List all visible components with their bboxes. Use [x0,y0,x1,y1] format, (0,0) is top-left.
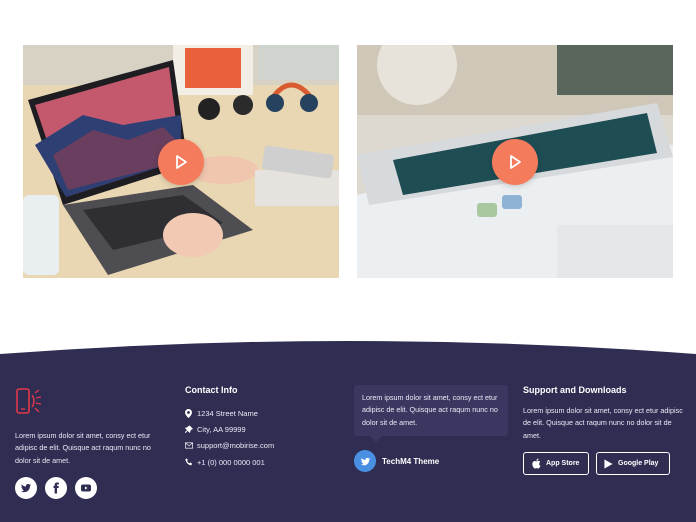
contact-heading: Contact Info [185,385,238,395]
twitter-icon [21,484,31,493]
play-button[interactable] [158,138,204,185]
city-row: City, AA 99999 [185,421,335,437]
email-link[interactable]: support@mobirise.com [197,441,274,450]
facebook-icon [53,482,59,494]
support-text: Lorem ipsum dolor sit amet, consy ect et… [523,406,683,440]
envelope-icon [185,442,197,449]
pushpin-icon [185,425,197,434]
tweet-author-name: TechM4 Theme [382,456,440,466]
phone-video-card[interactable] [357,45,673,278]
footer-brand-column: Lorem ipsum dolor sit amet, consy ect et… [15,387,167,500]
tweet-author[interactable]: TechM4 Theme [354,450,510,473]
phone-text[interactable]: +1 (0) 000 0000 001 [197,458,265,467]
google-play-label: Google Play [618,460,659,468]
support-downloads-column: Support and Downloads Lorem ipsum dolor … [523,385,683,476]
address-text: 1234 Street Name [197,408,258,418]
phone-icon [16,388,42,414]
tweet-column: Lorem ipsum dolor sit amet, consy ect et… [354,385,510,473]
play-icon [510,154,521,169]
twitter-link[interactable] [15,477,37,500]
play-icon [176,154,187,169]
twitter-icon [360,457,370,466]
social-links [15,477,167,500]
footer: Lorem ipsum dolor sit amet, consy ect et… [0,355,696,522]
app-store-label: App Store [546,460,580,468]
phone-handset-icon [185,458,197,466]
youtube-icon [81,484,91,492]
app-store-button[interactable]: App Store [523,452,589,476]
address-row: 1234 Street Name [185,405,335,421]
facebook-link[interactable] [45,477,67,500]
store-buttons: App Store Google Play [523,452,683,476]
tweet-text: Lorem ipsum dolor sit amet, consy ect et… [362,393,498,427]
phone-row[interactable]: +1 (0) 000 0000 001 [185,454,335,470]
google-play-icon [604,459,613,469]
apple-icon [532,458,541,469]
brand-description: Lorem ipsum dolor sit amet, consy ect et… [15,431,151,465]
support-heading: Support and Downloads [523,385,627,395]
google-play-button[interactable]: Google Play [596,452,670,476]
youtube-link[interactable] [75,477,97,500]
city-text: City, AA 99999 [197,424,246,434]
email-row[interactable]: support@mobirise.com [185,438,335,454]
twitter-avatar [354,450,376,473]
play-button[interactable] [492,138,538,185]
map-pin-icon [185,408,197,418]
contact-info-column: Contact Info 1234 Street Name City, AA 9… [185,385,335,470]
laptop-video-card[interactable] [23,45,339,278]
tweet-bubble: Lorem ipsum dolor sit amet, consy ect et… [354,385,508,443]
